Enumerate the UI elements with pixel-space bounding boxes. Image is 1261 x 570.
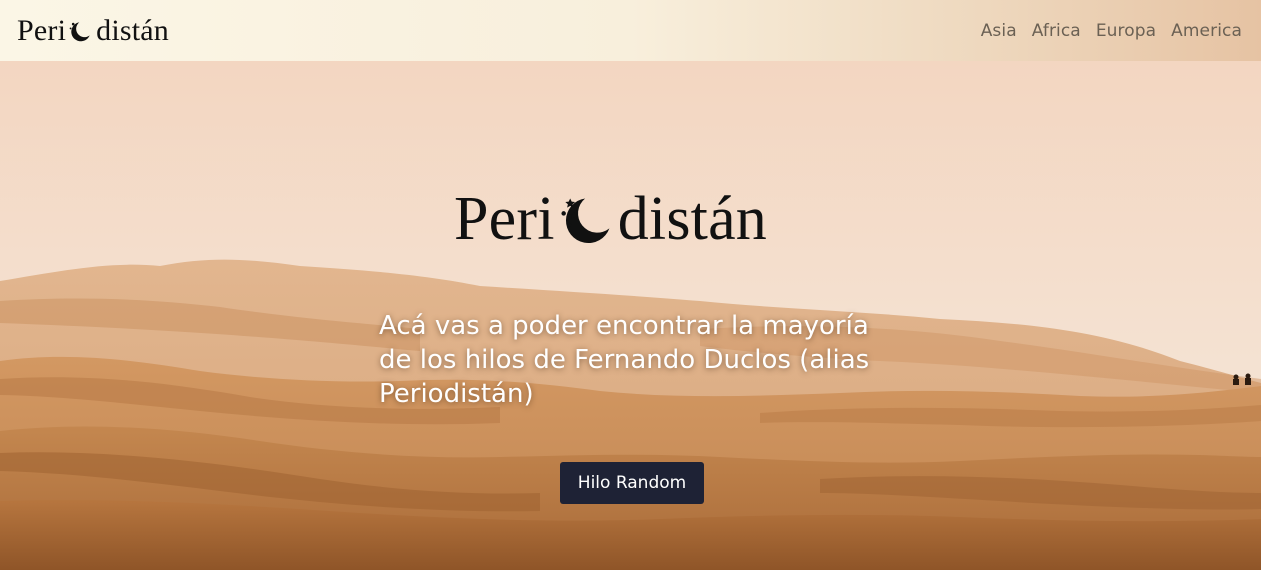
nav-links: Asia Africa Europa America	[966, 21, 1242, 41]
hero-section: Peri distán Acá vas a poder encontrar la…	[0, 61, 1261, 570]
hero-logo: Peri distán	[454, 179, 767, 259]
moon-stars-icon	[69, 21, 90, 41]
hero-logo-suffix: distán	[617, 185, 767, 253]
nav-link-africa[interactable]: Africa	[1032, 21, 1081, 41]
navbar: Peri distán Asia Africa Europa America	[0, 0, 1261, 61]
nav-link-europa[interactable]: Europa	[1096, 21, 1156, 41]
brand-logo[interactable]: Peri distán	[17, 0, 169, 61]
nav-link-asia[interactable]: Asia	[981, 21, 1017, 41]
moon-stars-icon	[561, 198, 610, 244]
brand-logo-suffix: distán	[96, 13, 170, 47]
brand-logo-prefix: Peri	[17, 13, 67, 47]
hero-tagline: Acá vas a poder encontrar la mayoría de …	[379, 311, 870, 409]
hero-logo-prefix: Peri	[454, 185, 555, 253]
random-thread-button[interactable]: Hilo Random	[560, 462, 704, 504]
nav-link-america[interactable]: America	[1171, 21, 1242, 41]
